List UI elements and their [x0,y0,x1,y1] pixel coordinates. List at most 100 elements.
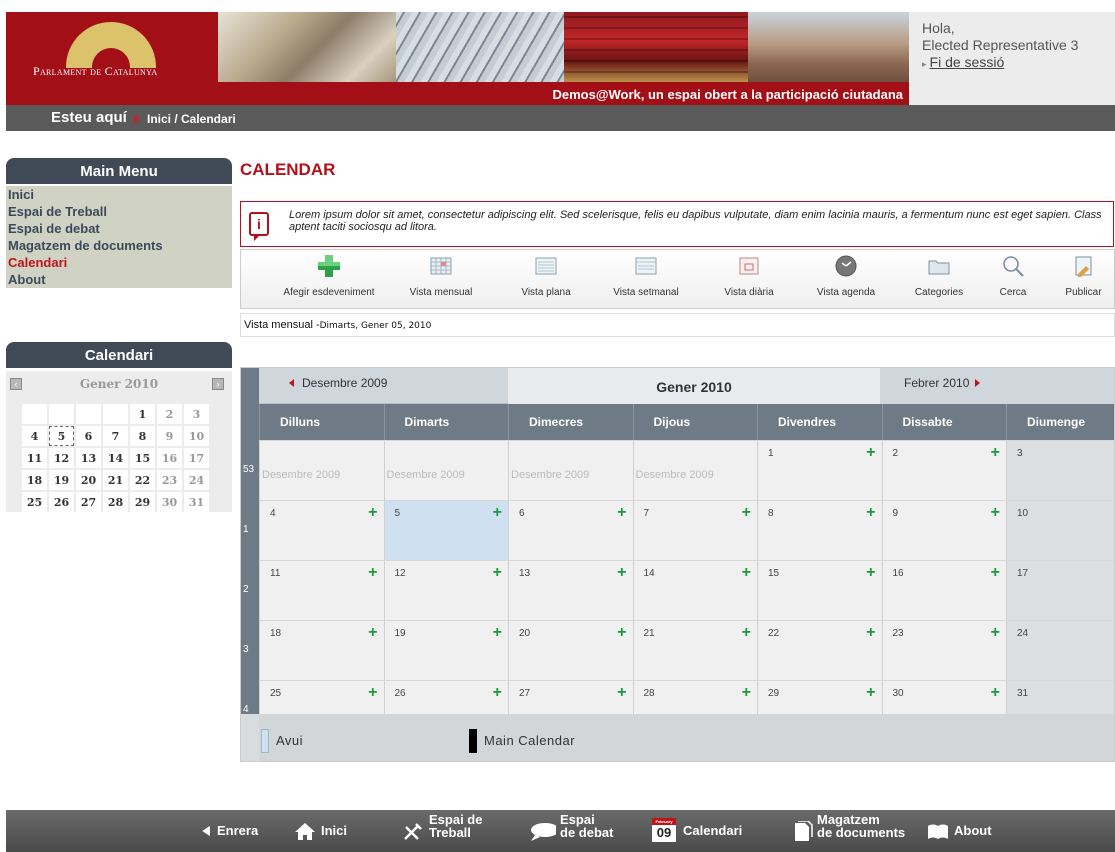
mini-day[interactable]: 23 [157,470,182,490]
calendar-day-cell[interactable]: 18 + [259,620,384,680]
calendar-day-cell[interactable]: 8 + [757,500,882,560]
mini-day[interactable]: 25 [22,492,47,512]
calendar-day-cell[interactable]: 24+ [1006,620,1114,680]
search-button[interactable]: Cerca [993,254,1033,298]
add-event-plus-icon[interactable]: + [866,624,875,642]
parliament-logo[interactable]: Parlament de Catalunya [6,12,218,105]
add-event-plus-icon[interactable]: + [368,684,377,702]
mini-day[interactable]: 27 [76,492,101,512]
calendar-day-cell[interactable]: 6 + [508,500,633,560]
mini-next-month-icon[interactable]: › [212,378,224,390]
add-event-plus-icon[interactable]: + [368,504,377,522]
calendar-cell-other-month[interactable]: Desembre 2009 [508,440,633,500]
mini-day[interactable]: 29 [130,492,155,512]
calendar-day-cell[interactable]: 17+ [1006,560,1114,620]
mini-day[interactable]: 18 [22,470,47,490]
add-event-plus-icon[interactable]: + [991,504,1000,522]
calendar-day-cell[interactable]: 13 + [508,560,633,620]
mini-day[interactable]: 2 [157,404,182,424]
add-event-plus-icon[interactable]: + [742,684,751,702]
add-event-plus-icon[interactable]: + [368,624,377,642]
mini-day[interactable]: 4 [22,426,47,446]
add-event-button[interactable]: Afegir esdeveniment [279,254,379,298]
add-event-plus-icon[interactable]: + [493,624,502,642]
mini-day[interactable]: 3 [184,404,209,424]
mini-day[interactable]: 22 [130,470,155,490]
mini-day[interactable]: 31 [184,492,209,512]
mini-day[interactable]: 19 [49,470,74,490]
categories-button[interactable]: Categories [909,254,969,298]
sidebar-item-about[interactable]: About [6,271,232,288]
mini-day[interactable]: 30 [157,492,182,512]
add-event-plus-icon[interactable]: + [866,504,875,522]
mini-day[interactable]: 28 [103,492,128,512]
calendar-cell-other-month[interactable]: Desembre 2009 [259,440,384,500]
add-event-plus-icon[interactable]: + [991,624,1000,642]
calendar-day-cell[interactable]: 3+ [1006,440,1114,500]
day-view-button[interactable]: Vista diària [719,254,779,298]
calendar-cell-other-month[interactable]: Desembre 2009 [632,440,757,500]
calendar-day-cell[interactable]: 23 + [881,620,1006,680]
calendar-day-cell[interactable]: 14 + [632,560,757,620]
calendar-day-cell[interactable]: 11 + [259,560,384,620]
mini-day[interactable]: 20 [76,470,101,490]
mini-day[interactable]: 26 [49,492,74,512]
mini-day[interactable]: 11 [22,448,47,468]
logout-link[interactable]: Fi de sessió [930,54,1005,70]
mini-day[interactable]: 8 [130,426,155,446]
calendar-day-cell[interactable]: 10+ [1006,500,1114,560]
mini-day[interactable]: 21 [103,470,128,490]
calendar-day-cell[interactable]: 1 + [757,440,882,500]
mini-day[interactable]: 7 [103,426,128,446]
mini-day[interactable]: 16 [157,448,182,468]
sidebar-item-espai-de-debat[interactable]: Espai de debat [6,220,232,237]
add-event-plus-icon[interactable]: + [866,444,875,462]
add-event-plus-icon[interactable]: + [617,504,626,522]
add-event-plus-icon[interactable]: + [617,564,626,582]
add-event-plus-icon[interactable]: + [493,504,502,522]
add-event-plus-icon[interactable]: + [493,564,502,582]
calendar-day-cell[interactable]: 5 + [383,500,508,560]
calendar-day-cell[interactable]: 21 + [632,620,757,680]
add-event-plus-icon[interactable]: + [617,684,626,702]
add-event-plus-icon[interactable]: + [866,564,875,582]
agenda-view-button[interactable]: Vista agenda [811,254,881,298]
mini-day[interactable]: 13 [76,448,101,468]
breadcrumb-path[interactable]: Inici / Calendari [147,112,236,126]
add-event-plus-icon[interactable]: + [866,684,875,702]
mini-day[interactable]: 1 [130,404,155,424]
flat-view-button[interactable]: Vista plana [516,254,576,298]
prev-month-link[interactable]: Desembre 2009 [259,368,508,404]
mini-day[interactable]: 6 [76,426,101,446]
mini-day[interactable]: 17 [184,448,209,468]
publish-button[interactable]: Publicar [1056,254,1111,298]
calendar-day-cell[interactable]: 9 + [881,500,1006,560]
mini-day[interactable]: 15 [130,448,155,468]
add-event-plus-icon[interactable]: + [617,624,626,642]
calendar-day-cell[interactable]: 19 + [383,620,508,680]
calendar-day-cell[interactable]: 7 + [632,500,757,560]
calendar-day-cell[interactable]: 22 + [757,620,882,680]
mini-day[interactable]: 12 [49,448,74,468]
mini-day[interactable]: 24 [184,470,209,490]
add-event-plus-icon[interactable]: + [991,444,1000,462]
add-event-plus-icon[interactable]: + [493,684,502,702]
add-event-plus-icon[interactable]: + [991,684,1000,702]
week-view-button[interactable]: Vista setmanal [611,254,681,298]
next-month-link[interactable]: Febrer 2010 [880,368,1114,404]
mini-day[interactable]: 10 [184,426,209,446]
sidebar-item-magatzem[interactable]: Magatzem de documents [6,237,232,254]
calendar-day-cell[interactable]: 15 + [757,560,882,620]
mini-day[interactable]: 5 [49,426,74,446]
sidebar-item-espai-de-treball[interactable]: Espai de Treball [6,203,232,220]
add-event-plus-icon[interactable]: + [742,564,751,582]
add-event-plus-icon[interactable]: + [991,564,1000,582]
sidebar-item-calendari[interactable]: Calendari [6,254,232,271]
month-view-button[interactable]: Vista mensual [406,254,476,298]
calendar-day-cell[interactable]: 2 + [881,440,1006,500]
add-event-plus-icon[interactable]: + [368,564,377,582]
add-event-plus-icon[interactable]: + [742,624,751,642]
calendar-day-cell[interactable]: 16 + [881,560,1006,620]
sidebar-item-inici[interactable]: Inici [6,186,232,203]
calendar-day-cell[interactable]: 12 + [383,560,508,620]
